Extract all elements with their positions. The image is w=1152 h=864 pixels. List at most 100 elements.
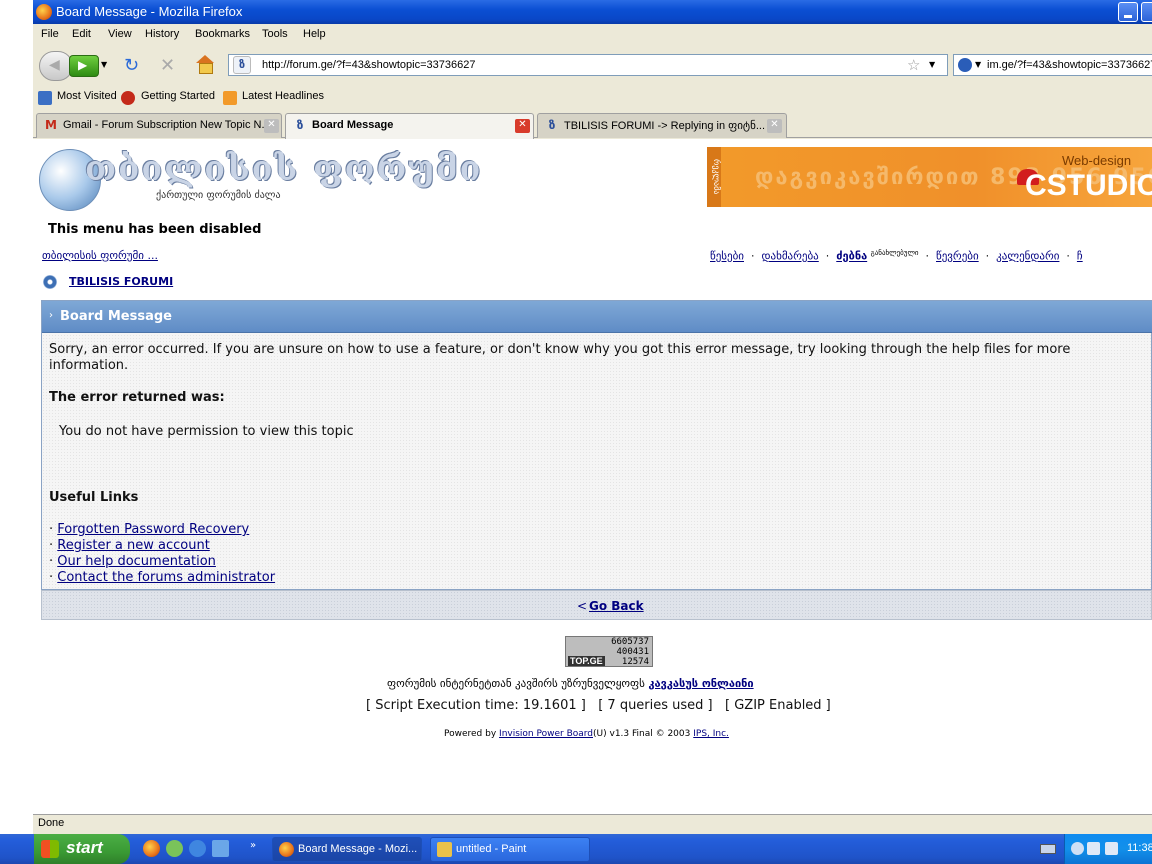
close-tab-icon[interactable]: ✕ bbox=[264, 119, 279, 133]
taskbar-firefox-button[interactable]: Board Message - Mozi... bbox=[272, 837, 422, 862]
menu-file[interactable]: File bbox=[41, 28, 59, 40]
menu-history[interactable]: History bbox=[145, 28, 179, 40]
script-stats: [ Script Execution time: 19.1601 ] [ 7 q… bbox=[366, 698, 831, 713]
forward-arrow-icon: ▶ bbox=[78, 58, 88, 72]
url-text[interactable]: http://forum.ge/?f=43&showtopic=33736627 bbox=[262, 59, 475, 71]
tab-board-message[interactable]: ზ Board Message ✕ bbox=[285, 113, 534, 139]
url-dropdown-icon[interactable]: ▼ bbox=[929, 60, 935, 69]
network-icon[interactable] bbox=[1087, 842, 1100, 855]
provider-text: ფორუმის ინტერნეტთან კავშირს უზრუნველყოფს bbox=[387, 677, 645, 690]
title-bar[interactable]: Board Message - Mozilla Firefox bbox=[33, 0, 1152, 24]
menu-disabled-message: This menu has been disabled bbox=[48, 222, 262, 237]
register-account-link[interactable]: Register a new account bbox=[57, 538, 210, 553]
breadcrumb-home-link[interactable]: თბილისის ფორუმი ... bbox=[42, 249, 158, 262]
forum-nav-links: წესები · დახმარება · ძებნა განახლებული ·… bbox=[710, 249, 1083, 263]
list-item: · Forgotten Password Recovery bbox=[49, 522, 250, 537]
menu-tools[interactable]: Tools bbox=[262, 28, 288, 40]
menu-edit[interactable]: Edit bbox=[72, 28, 91, 40]
minimize-button[interactable] bbox=[1118, 2, 1138, 22]
go-back-bar: < Go Back bbox=[41, 590, 1152, 620]
tab-label: Board Message bbox=[312, 119, 394, 131]
tab-strip: M Gmail - Forum Subscription New Topic N… bbox=[33, 110, 1152, 139]
quicklaunch-firefox-icon[interactable] bbox=[143, 840, 160, 857]
quicklaunch-ie-icon[interactable] bbox=[189, 840, 206, 857]
menu-view[interactable]: View bbox=[108, 28, 132, 40]
forum-favicon-icon: ზ bbox=[296, 118, 304, 132]
nav-members-link[interactable]: წევრები bbox=[936, 250, 979, 263]
paint-icon bbox=[437, 842, 452, 857]
search-engine-dropdown-icon[interactable]: ▼ bbox=[975, 60, 981, 69]
tray-expand-icon[interactable] bbox=[1071, 842, 1084, 855]
quicklaunch-desktop-icon[interactable] bbox=[212, 840, 229, 857]
stop-icon[interactable]: ✕ bbox=[160, 55, 175, 76]
maximize-button[interactable] bbox=[1141, 2, 1152, 22]
quicklaunch-expand-icon[interactable]: » bbox=[250, 840, 256, 851]
go-back-link[interactable]: Go Back bbox=[589, 599, 644, 613]
home-icon[interactable] bbox=[195, 55, 215, 74]
status-bar: Done bbox=[33, 814, 1152, 834]
counter-total: 6605737 bbox=[611, 637, 649, 647]
close-tab-icon[interactable]: ✕ bbox=[515, 119, 530, 133]
ips-link[interactable]: IPS, Inc. bbox=[693, 729, 729, 739]
forum-name-link[interactable]: TBILISIS FORUMI bbox=[69, 275, 173, 288]
taskbar-button-label: untitled - Paint bbox=[456, 843, 527, 855]
nav-rules-link[interactable]: წესები bbox=[710, 250, 744, 263]
taskbar-paint-button[interactable]: untitled - Paint bbox=[430, 837, 590, 862]
search-text[interactable]: im.ge/?f=43&showtopic=33736627 bbox=[987, 59, 1152, 71]
ad-brand: CSTUDIO bbox=[1025, 169, 1152, 202]
menu-help[interactable]: Help bbox=[303, 28, 326, 40]
page-content: თბილისის ფორუმი ქართული ფორუმის ძალა რეკ… bbox=[33, 139, 1152, 814]
bookmark-most-visited[interactable]: Most Visited bbox=[57, 90, 117, 102]
tab-label: Gmail - Forum Subscription New Topic N..… bbox=[63, 119, 271, 131]
list-item: · Our help documentation bbox=[49, 554, 216, 569]
top-ge-counter[interactable]: 6605737 400431 12574 TOP.GE bbox=[565, 636, 653, 667]
counter-hosts: 400431 bbox=[616, 647, 649, 657]
nav-search-link[interactable]: ძებნა bbox=[836, 250, 867, 263]
board-message-header: › Board Message bbox=[42, 301, 1152, 333]
contact-admin-link[interactable]: Contact the forums administrator bbox=[57, 570, 275, 585]
nav-more-link[interactable]: ჩ bbox=[1077, 250, 1083, 263]
board-message-title: Board Message bbox=[60, 309, 172, 324]
logo-subtitle: ქართული ფორუმის ძალა bbox=[156, 190, 281, 201]
useful-links-heading: Useful Links bbox=[49, 490, 139, 505]
history-dropdown-icon[interactable]: ▼ bbox=[101, 60, 107, 69]
reload-icon[interactable]: ↻ bbox=[124, 55, 139, 76]
help-documentation-link[interactable]: Our help documentation bbox=[57, 554, 216, 569]
list-item: · Register a new account bbox=[49, 538, 210, 553]
search-bar[interactable]: ▼ im.ge/?f=43&showtopic=33736627 bbox=[953, 54, 1152, 76]
window-title: Board Message - Mozilla Firefox bbox=[56, 4, 243, 19]
nav-bullet-icon bbox=[43, 275, 57, 289]
provider-line: ფორუმის ინტერნეტთან კავშირს უზრუნველყოფს… bbox=[387, 677, 754, 690]
nav-help-link[interactable]: დახმარება bbox=[761, 250, 818, 263]
close-tab-icon[interactable]: ✕ bbox=[767, 119, 782, 133]
search-engine-icon[interactable] bbox=[958, 58, 972, 72]
tab-tbilisis-forumi[interactable]: ზ TBILISIS FORUMI -> Replying in ფიტნ...… bbox=[537, 113, 787, 138]
forgotten-password-link[interactable]: Forgotten Password Recovery bbox=[57, 522, 249, 537]
invision-link[interactable]: Invision Power Board bbox=[499, 729, 593, 739]
forward-button[interactable]: ▶ bbox=[69, 55, 99, 77]
error-message: You do not have permission to view this … bbox=[59, 424, 354, 439]
quicklaunch-messenger-icon[interactable] bbox=[166, 840, 183, 857]
tab-label: TBILISIS FORUMI -> Replying in ფიტნ... bbox=[564, 120, 766, 132]
windows-taskbar: start » Board Message - Mozi... untitled… bbox=[0, 834, 1152, 864]
bookmark-latest-headlines[interactable]: Latest Headlines bbox=[242, 90, 324, 102]
keyboard-layout-icon[interactable] bbox=[1040, 844, 1056, 854]
back-button[interactable]: ◀ bbox=[39, 51, 73, 81]
bookmarks-toolbar: Most Visited Getting Started Latest Head… bbox=[33, 86, 1152, 110]
mail-icon[interactable] bbox=[1105, 842, 1118, 855]
go-back-arrow-icon: < bbox=[577, 599, 588, 613]
nav-calendar-link[interactable]: კალენდარი bbox=[996, 250, 1059, 263]
menu-bookmarks[interactable]: Bookmarks bbox=[195, 28, 250, 40]
bookmark-star-icon[interactable]: ☆ bbox=[907, 56, 920, 74]
header-arrow-icon: › bbox=[49, 310, 53, 321]
address-bar[interactable]: ზ http://forum.ge/?f=43&showtopic=337366… bbox=[228, 54, 948, 76]
start-button[interactable]: start bbox=[34, 834, 130, 864]
tab-gmail[interactable]: M Gmail - Forum Subscription New Topic N… bbox=[36, 113, 282, 138]
logo-title: თბილისის ფორუმი bbox=[85, 149, 483, 189]
provider-link[interactable]: კავკასუს ონლაინი bbox=[648, 677, 753, 690]
ad-tag: რეკლამა bbox=[707, 147, 721, 207]
ad-banner[interactable]: რეკლამა დაგვიკავშირდით 893 956 950 Web-d… bbox=[707, 147, 1152, 207]
forum-logo[interactable]: თბილისის ფორუმი ქართული ფორუმის ძალა bbox=[39, 145, 480, 213]
site-favicon-icon[interactable]: ზ bbox=[233, 56, 251, 74]
bookmark-getting-started[interactable]: Getting Started bbox=[141, 90, 215, 102]
